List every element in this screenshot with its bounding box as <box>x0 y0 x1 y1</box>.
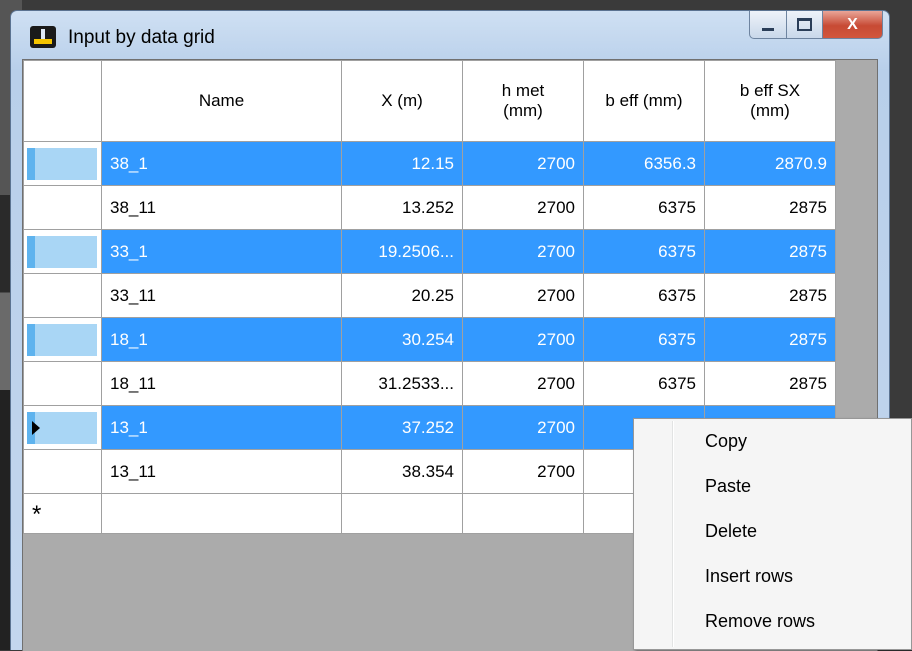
grid-cell[interactable]: 2875 <box>704 185 836 230</box>
row-header[interactable] <box>23 273 102 318</box>
row-header[interactable]: * <box>23 493 102 534</box>
column-header-h-met[interactable]: h met (mm) <box>462 60 584 142</box>
grid-cell[interactable]: 2875 <box>704 361 836 406</box>
column-header-label: b eff (mm) <box>605 91 683 110</box>
table-row[interactable]: 18_11 31.2533... 2700 6375 2875 <box>23 361 836 406</box>
window-title: Input by data grid <box>68 27 215 48</box>
close-button[interactable]: X <box>823 11 883 39</box>
grid-cell[interactable]: 19.2506... <box>341 229 463 274</box>
grid-cell[interactable] <box>462 493 584 534</box>
grid-cell[interactable]: 33_1 <box>101 229 342 274</box>
row-selected-indicator <box>27 148 97 180</box>
row-selected-indicator <box>27 324 97 356</box>
grid-cell[interactable]: 30.254 <box>341 317 463 362</box>
row-header[interactable] <box>23 449 102 494</box>
grid-cell[interactable]: 2700 <box>462 141 584 186</box>
grid-cell[interactable]: 18_11 <box>101 361 342 406</box>
menu-item-remove-rows[interactable]: Remove rows <box>705 611 815 632</box>
grid-cell[interactable]: 20.25 <box>341 273 463 318</box>
grid-cell[interactable]: 2700 <box>462 361 584 406</box>
grid-cell[interactable]: 18_1 <box>101 317 342 362</box>
column-header-label: Name <box>198 91 245 110</box>
grid-cell[interactable]: 2700 <box>462 449 584 494</box>
grid-cell[interactable] <box>101 493 342 534</box>
column-header-label: X (m) <box>381 91 423 110</box>
column-header-label: b eff SX (mm) <box>739 81 801 120</box>
grid-cell[interactable]: 12.15 <box>341 141 463 186</box>
grid-cell[interactable]: 31.2533... <box>341 361 463 406</box>
grid-cell[interactable]: 38.354 <box>341 449 463 494</box>
grid-cell[interactable]: 33_11 <box>101 273 342 318</box>
maximize-icon <box>797 18 812 31</box>
table-row[interactable]: 38_1 12.15 2700 6356.3 2870.9 <box>23 141 836 186</box>
grid-cell[interactable]: 13_11 <box>101 449 342 494</box>
grid-cell[interactable]: 2875 <box>704 317 836 362</box>
grid-cell[interactable] <box>341 493 463 534</box>
row-header[interactable] <box>23 185 102 230</box>
grid-cell[interactable]: 2700 <box>462 229 584 274</box>
grid-cell[interactable]: 2700 <box>462 405 584 450</box>
grid-cell[interactable]: 13_1 <box>101 405 342 450</box>
grid-cell[interactable]: 6375 <box>583 317 705 362</box>
menu-item-delete[interactable]: Delete <box>705 521 757 542</box>
grid-cell[interactable]: 6375 <box>583 273 705 318</box>
column-header-name[interactable]: Name <box>101 60 342 142</box>
grid-cell[interactable]: 2700 <box>462 273 584 318</box>
current-row-arrow-icon <box>32 421 40 435</box>
menu-item-paste[interactable]: Paste <box>705 476 751 497</box>
column-header-b-eff[interactable]: b eff (mm) <box>583 60 705 142</box>
grid-cell[interactable]: 13.252 <box>341 185 463 230</box>
title-bar[interactable]: Input by data grid X <box>11 11 889 59</box>
new-row-icon: * <box>32 501 42 528</box>
minimize-icon <box>762 27 774 31</box>
grid-cell[interactable]: 6375 <box>583 185 705 230</box>
table-row[interactable]: 38_11 13.252 2700 6375 2875 <box>23 185 836 230</box>
grid-cell[interactable]: 38_1 <box>101 141 342 186</box>
column-header-x[interactable]: X (m) <box>341 60 463 142</box>
row-header[interactable] <box>23 229 102 274</box>
grid-cell[interactable]: 2875 <box>704 273 836 318</box>
column-header-label: h met (mm) <box>501 81 545 120</box>
row-selected-indicator <box>27 236 97 268</box>
close-icon: X <box>847 15 858 33</box>
table-row[interactable]: 33_1 19.2506... 2700 6375 2875 <box>23 229 836 274</box>
grid-cell[interactable]: 2875 <box>704 229 836 274</box>
grid-cell[interactable]: 2700 <box>462 185 584 230</box>
context-menu: Copy Paste Delete Insert rows Remove row… <box>633 418 912 650</box>
row-header[interactable] <box>23 317 102 362</box>
grid-cell[interactable]: 38_11 <box>101 185 342 230</box>
column-header-b-eff-sx[interactable]: b eff SX (mm) <box>704 60 836 142</box>
row-header[interactable] <box>23 405 102 450</box>
row-header[interactable] <box>23 361 102 406</box>
menu-item-insert-rows[interactable]: Insert rows <box>705 566 793 587</box>
grid-cell[interactable]: 6375 <box>583 229 705 274</box>
grid-cell[interactable]: 6375 <box>583 361 705 406</box>
app-icon <box>30 26 56 48</box>
corner-header-cell[interactable] <box>23 60 102 142</box>
table-row[interactable]: 18_1 30.254 2700 6375 2875 <box>23 317 836 362</box>
maximize-button[interactable] <box>787 11 823 39</box>
header-row: Name X (m) h met (mm) b eff (mm) b eff S… <box>23 60 836 142</box>
minimize-button[interactable] <box>749 11 787 39</box>
grid-cell[interactable]: 2870.9 <box>704 141 836 186</box>
grid-cell[interactable]: 6356.3 <box>583 141 705 186</box>
grid-cell[interactable]: 2700 <box>462 317 584 362</box>
table-row[interactable]: 33_11 20.25 2700 6375 2875 <box>23 273 836 318</box>
menu-item-copy[interactable]: Copy <box>705 431 747 452</box>
window-controls: X <box>749 11 883 39</box>
row-header[interactable] <box>23 141 102 186</box>
grid-cell[interactable]: 37.252 <box>341 405 463 450</box>
